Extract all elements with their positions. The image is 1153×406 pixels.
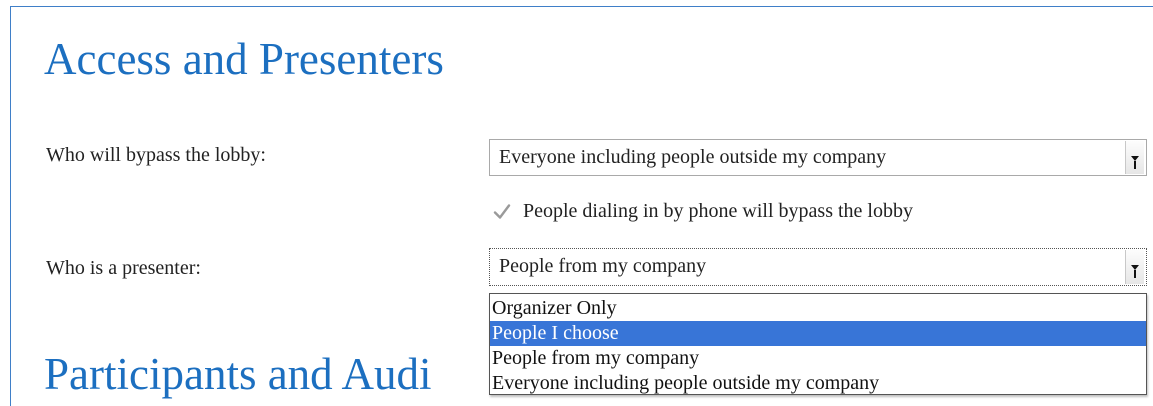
participants-audience-heading: Participants and Audi — [44, 349, 432, 399]
presenter-select[interactable]: People from my company — [489, 248, 1147, 286]
access-presenters-heading: Access and Presenters — [44, 34, 444, 84]
checkmark-icon — [493, 203, 511, 219]
dropdown-arrow-icon[interactable] — [1125, 141, 1144, 174]
bypass-lobby-selected-value: Everyone including people outside my com… — [499, 146, 887, 168]
dropdown-arrow-icon[interactable] — [1125, 250, 1144, 284]
phone-bypass-checkbox[interactable] — [491, 201, 513, 223]
bypass-lobby-label: Who will bypass the lobby: — [46, 144, 266, 166]
settings-panel: Access and Presenters Who will bypass th… — [10, 6, 1153, 406]
bypass-lobby-select[interactable]: Everyone including people outside my com… — [489, 139, 1147, 176]
presenter-selected-value: People from my company — [499, 255, 707, 277]
presenter-dropdown-list[interactable]: Organizer Only People I choose People fr… — [489, 293, 1147, 395]
dropdown-option-everyone[interactable]: Everyone including people outside my com… — [490, 371, 1146, 396]
dropdown-option-people-from-my-company[interactable]: People from my company — [490, 346, 1146, 371]
dropdown-option-organizer-only[interactable]: Organizer Only — [490, 296, 1146, 321]
phone-bypass-label: People dialing in by phone will bypass t… — [523, 200, 913, 222]
dropdown-option-people-i-choose[interactable]: People I choose — [490, 321, 1146, 346]
presenter-label: Who is a presenter: — [46, 257, 201, 279]
phone-bypass-option[interactable]: People dialing in by phone will bypass t… — [491, 200, 913, 223]
